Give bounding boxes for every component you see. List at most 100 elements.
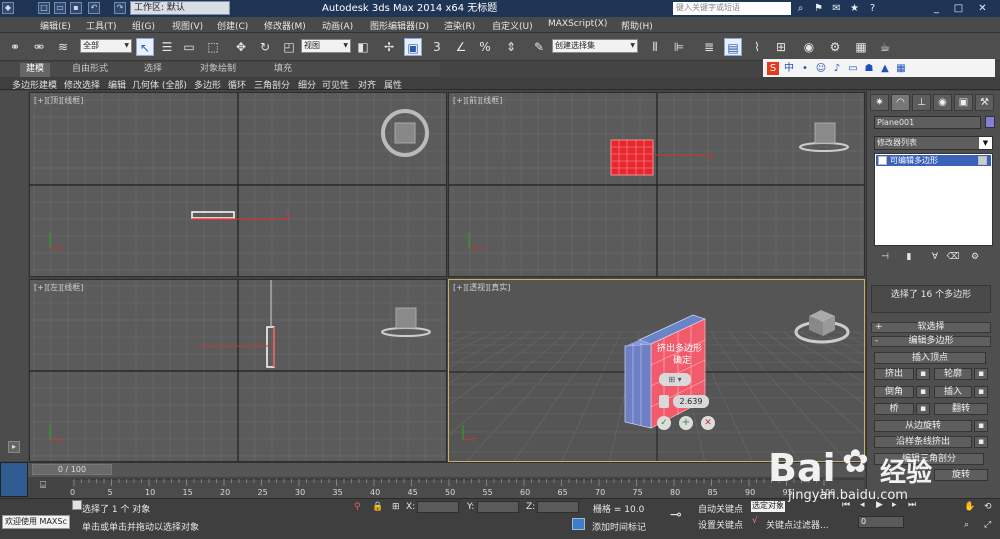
ribbon-triangulation[interactable]: 三角剖分 bbox=[254, 78, 290, 91]
ribbon-align[interactable]: 对齐 bbox=[358, 78, 376, 91]
flip-button[interactable]: 翻转 bbox=[934, 403, 988, 415]
key-icon[interactable]: ⊸ bbox=[670, 507, 682, 523]
menu-customize[interactable]: 自定义(U) bbox=[492, 19, 533, 32]
hinge-from-edge-button[interactable]: 从边旋转 bbox=[874, 420, 972, 432]
lock-icon[interactable]: 🔒 bbox=[372, 502, 383, 512]
zoom-icon[interactable]: ⌕ bbox=[964, 520, 969, 530]
extrude-button[interactable]: 挤出 bbox=[874, 368, 914, 380]
tab-selection[interactable]: 选择 bbox=[138, 63, 168, 77]
ime-user-icon[interactable]: ☗ bbox=[863, 62, 875, 75]
viewport-label[interactable]: [+][透视][真实] bbox=[453, 282, 510, 293]
menu-create[interactable]: 创建(C) bbox=[217, 19, 248, 32]
soft-selection-rollout[interactable]: + 软选择 bbox=[871, 322, 991, 333]
show-end-result-icon[interactable]: ▮ bbox=[902, 252, 916, 264]
outline-button[interactable]: 轮廓 bbox=[934, 368, 972, 380]
viewport-perspective[interactable]: [+][透视][真实] 挤出多边形 确定 ⊞ ▾ 2.639 ✓ + ✕ bbox=[448, 279, 865, 462]
maximize-icon[interactable]: □ bbox=[952, 2, 965, 15]
search-icon[interactable]: ⌕ bbox=[794, 2, 807, 15]
menu-group[interactable]: 组(G) bbox=[132, 19, 155, 32]
ribbon-edit[interactable]: 编辑 bbox=[108, 78, 126, 91]
outline-settings-button[interactable]: ▪ bbox=[974, 368, 988, 380]
time-tag-icon[interactable] bbox=[572, 518, 585, 530]
keyboard-shortcut-icon[interactable]: ▣ bbox=[404, 38, 422, 56]
viewport-top[interactable]: [+][顶][线框] bbox=[29, 92, 447, 277]
stack-item-editable-poly[interactable]: 可编辑多边形 bbox=[876, 155, 991, 166]
percent-snap-icon[interactable]: % bbox=[476, 38, 494, 56]
search-input[interactable]: 键入关键字或短语 bbox=[673, 2, 791, 15]
menu-graph-editors[interactable]: 图形编辑器(D) bbox=[370, 19, 429, 32]
ribbon-poly-modeling[interactable]: 多边形建模 bbox=[12, 78, 57, 91]
subscription-icon[interactable]: ⚑ bbox=[812, 2, 825, 15]
pan-icon[interactable]: ✋ bbox=[964, 502, 975, 512]
viewport-left[interactable]: [+][左][线框] bbox=[29, 279, 447, 462]
ime-chinese-icon[interactable]: 中 bbox=[783, 62, 795, 75]
set-key-button[interactable]: 设置关键点 bbox=[698, 518, 743, 531]
pin-stack-icon[interactable]: ⊣ bbox=[878, 252, 892, 264]
menu-edit[interactable]: 编辑(E) bbox=[40, 19, 71, 32]
rotate-icon[interactable]: ↻ bbox=[256, 38, 274, 56]
object-name-field[interactable]: Plane001 bbox=[874, 116, 981, 129]
inset-settings-button[interactable]: ▪ bbox=[974, 386, 988, 398]
reference-coord-dropdown[interactable]: 视图 bbox=[301, 39, 351, 53]
save-icon[interactable]: ▪ bbox=[70, 2, 82, 14]
snaps-toggle-icon[interactable]: 3 bbox=[428, 38, 446, 56]
angle-snap-icon[interactable]: ∠ bbox=[452, 38, 470, 56]
unlink-icon[interactable]: ⚮ bbox=[30, 38, 48, 56]
minimize-icon[interactable]: _ bbox=[930, 2, 943, 15]
link-icon[interactable]: ⚭ bbox=[6, 38, 24, 56]
maximize-viewport-icon[interactable]: ⤢ bbox=[984, 520, 991, 530]
ribbon-polygons[interactable]: 多边形 bbox=[194, 78, 221, 91]
hinge-settings-button[interactable]: ▪ bbox=[974, 420, 988, 432]
named-selection-dropdown[interactable]: 创建选择集 bbox=[552, 39, 638, 53]
menu-modifiers[interactable]: 修改器(M) bbox=[264, 19, 306, 32]
ime-logo-icon[interactable]: S bbox=[767, 62, 779, 75]
viewport-label[interactable]: [+][左][线框] bbox=[34, 282, 83, 293]
help-icon[interactable]: ? bbox=[866, 2, 879, 15]
material-editor-icon[interactable]: ◉ bbox=[800, 38, 818, 56]
favorites-icon[interactable]: ★ bbox=[848, 2, 861, 15]
object-color-swatch[interactable] bbox=[985, 116, 995, 128]
redo-icon[interactable]: ↷ bbox=[114, 2, 126, 14]
rendered-frame-icon[interactable]: ▦ bbox=[852, 38, 870, 56]
menu-animation[interactable]: 动画(A) bbox=[322, 19, 353, 32]
cancel-icon[interactable]: ✕ bbox=[701, 416, 715, 430]
stack-expand-icon[interactable] bbox=[878, 156, 887, 165]
motion-panel-icon[interactable]: ◉ bbox=[933, 94, 952, 111]
curve-editor-icon[interactable]: ⌇ bbox=[748, 38, 766, 56]
bridge-settings-button[interactable]: ▪ bbox=[916, 403, 930, 415]
new-file-icon[interactable]: □ bbox=[38, 2, 50, 14]
undo-icon[interactable]: ↶ bbox=[88, 2, 100, 14]
ribbon-loops[interactable]: 循环 bbox=[228, 78, 246, 91]
menu-help[interactable]: 帮助(H) bbox=[621, 19, 653, 32]
ok-icon[interactable]: ✓ bbox=[657, 416, 671, 430]
bridge-button[interactable]: 桥 bbox=[874, 403, 914, 415]
ime-punct-icon[interactable]: • bbox=[799, 62, 811, 75]
height-spinner[interactable]: 2.639 bbox=[673, 395, 709, 408]
extrude-settings-button[interactable]: ▪ bbox=[916, 368, 930, 380]
mirror-icon[interactable]: ⫴ bbox=[646, 38, 664, 56]
track-bar-toggle-icon[interactable]: ⌸ bbox=[34, 480, 52, 494]
go-to-end-icon[interactable]: ⏭ bbox=[908, 500, 916, 510]
display-panel-icon[interactable]: ▣ bbox=[954, 94, 973, 111]
stack-toggle-icon[interactable] bbox=[978, 156, 987, 165]
hierarchy-panel-icon[interactable]: ⊥ bbox=[912, 94, 931, 111]
inset-button[interactable]: 插入 bbox=[934, 386, 972, 398]
auto-key-button[interactable]: 自动关键点 bbox=[698, 502, 743, 515]
extrusion-type-dropdown[interactable]: ⊞ ▾ bbox=[659, 373, 691, 386]
z-coordinate-field[interactable] bbox=[537, 501, 579, 513]
tab-object-paint[interactable]: 对象绘制 bbox=[194, 63, 242, 77]
modify-panel-icon[interactable]: ◠ bbox=[891, 94, 910, 111]
layer-manager-icon[interactable]: ≣ bbox=[700, 38, 718, 56]
y-coordinate-field[interactable] bbox=[477, 501, 519, 513]
absolute-mode-icon[interactable]: ⊞ bbox=[392, 502, 400, 512]
ribbon-subdivision[interactable]: 细分 bbox=[298, 78, 316, 91]
expand-arrow-icon[interactable]: ▸ bbox=[8, 441, 20, 453]
bind-space-warp-icon[interactable]: ≋ bbox=[54, 38, 72, 56]
insert-vertex-button[interactable]: 插入顶点 bbox=[874, 352, 986, 364]
menu-rendering[interactable]: 渲染(R) bbox=[444, 19, 475, 32]
ribbon-geometry-all[interactable]: 几何体 (全部) bbox=[132, 78, 187, 91]
move-icon[interactable]: ✥ bbox=[232, 38, 250, 56]
close-icon[interactable]: ✕ bbox=[976, 2, 989, 15]
create-panel-icon[interactable]: ✷ bbox=[870, 94, 889, 111]
align-icon[interactable]: ⊫ bbox=[670, 38, 688, 56]
